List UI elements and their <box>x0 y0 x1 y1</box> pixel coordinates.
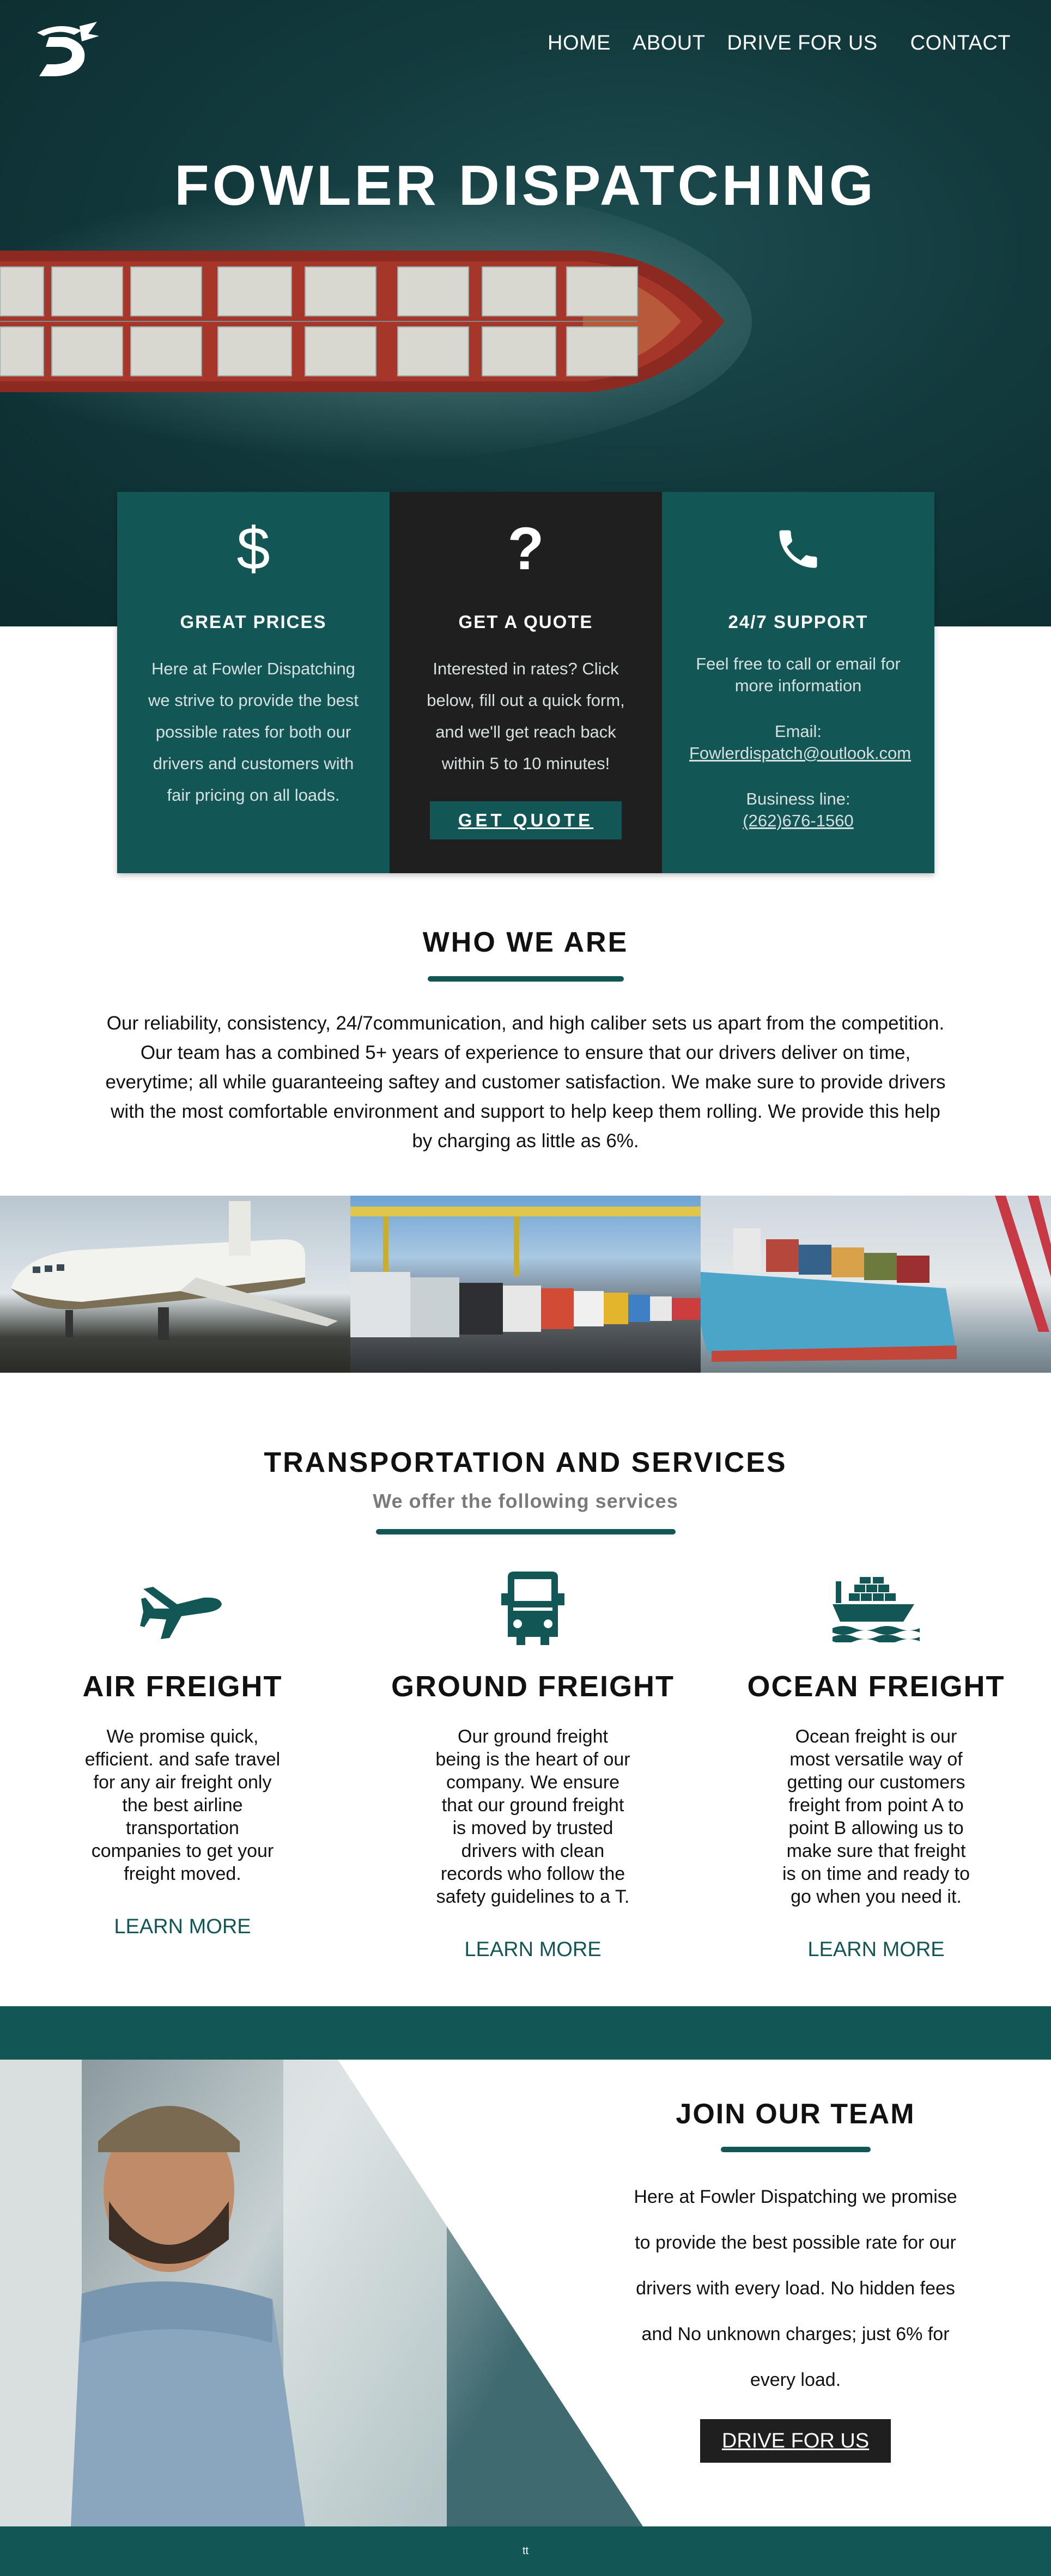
section-title: WHO WE ARE <box>422 927 629 958</box>
feature-title: GREAT PRICES <box>180 612 327 632</box>
email-label: Email: <box>774 722 822 741</box>
airplane-photo <box>0 1196 350 1373</box>
feature-get-a-quote: ? GET A QUOTE Interested in rates? Click… <box>390 492 662 873</box>
feature-support: 24/7 SUPPORT Feel free to call or email … <box>662 492 934 873</box>
service-title: GROUND FREIGHT <box>391 1670 675 1703</box>
section-subtitle: We offer the following services <box>373 1490 678 1512</box>
feature-great-prices: $ GREAT PRICES Here at Fowler Dispatchin… <box>117 492 390 873</box>
nav-about-link[interactable]: ABOUT <box>633 32 705 55</box>
service-text: We promise quick, efficient. and safe tr… <box>84 1726 281 1884</box>
nav-contact-link[interactable]: CONTACT <box>910 32 1011 55</box>
learn-more-link[interactable]: LEARN MORE <box>391 1938 675 1962</box>
service-title: AIR FREIGHT <box>82 1670 283 1703</box>
who-we-are-section: WHO WE ARE Our reliability, consistency,… <box>0 926 1051 1156</box>
truck-icon <box>391 1572 675 1648</box>
feature-cards: $ GREAT PRICES Here at Fowler Dispatchin… <box>117 492 934 873</box>
container-ship-photo <box>701 1196 1051 1373</box>
fowler-d-logo-icon[interactable] <box>27 15 104 81</box>
service-title: OCEAN FREIGHT <box>747 1670 1005 1703</box>
nav-home-link[interactable]: HOME <box>548 32 611 55</box>
who-we-are-text: Our reliability, consistency, 24/7commun… <box>105 1013 946 1152</box>
section-title: JOIN OUR TEAM <box>676 2098 915 2130</box>
join-text-block: JOIN OUR TEAM Here at Fowler Dispatching… <box>632 2060 959 2463</box>
feature-text: Feel free to call or email for more info… <box>696 654 901 695</box>
ship-icon <box>734 1572 1018 1648</box>
learn-more-link[interactable]: LEARN MORE <box>734 1938 1018 1962</box>
feature-title: GET A QUOTE <box>458 612 593 632</box>
footer-text: tt <box>522 2545 529 2557</box>
title-underline <box>720 2147 871 2152</box>
service-ground-freight: GROUND FREIGHT Our ground freight being … <box>391 1572 675 1962</box>
feature-text: Here at Fowler Dispatching we strive to … <box>148 659 359 805</box>
question-icon: ? <box>507 515 544 582</box>
teal-band <box>0 2006 1051 2060</box>
driver-photo <box>0 2060 643 2526</box>
trucks-photo <box>350 1196 701 1373</box>
phone-icon <box>689 519 907 579</box>
feature-text: Interested in rates? Click below, fill o… <box>427 659 625 773</box>
airplane-icon <box>41 1572 324 1648</box>
dollar-icon: $ <box>236 515 270 582</box>
phone-label: Business line: <box>746 789 850 808</box>
hero-title: FOWLER DISPATCHING <box>174 154 877 217</box>
service-text: Our ground freight being is the heart of… <box>435 1726 630 1907</box>
cargo-ship-image <box>0 251 725 392</box>
service-air-freight: AIR FREIGHT We promise quick, efficient.… <box>41 1572 324 1939</box>
footer: tt <box>0 2526 1051 2576</box>
phone-link[interactable]: (262)676-1560 <box>743 811 853 830</box>
join-text: Here at Fowler Dispatching we promise to… <box>634 2187 957 2390</box>
service-text: Ocean freight is our most versatile way … <box>782 1726 970 1907</box>
service-ocean-freight: OCEAN FREIGHT Ocean freight is our most … <box>734 1572 1018 1962</box>
feature-title: 24/7 SUPPORT <box>728 612 868 632</box>
main-nav: HOME ABOUT DRIVE FOR US CONTACT <box>548 32 1011 55</box>
title-underline <box>427 976 624 982</box>
join-our-team-section: JOIN OUR TEAM Here at Fowler Dispatching… <box>0 2060 1051 2526</box>
email-link[interactable]: Fowlerdispatch@outlook.com <box>689 744 911 763</box>
services-section: TRANSPORTATION AND SERVICES We offer the… <box>0 1446 1051 1961</box>
title-underline <box>375 1529 676 1534</box>
nav-drive-for-us-link[interactable]: DRIVE FOR US <box>727 32 877 55</box>
drive-for-us-button[interactable]: DRIVE FOR US <box>700 2419 891 2463</box>
get-quote-button[interactable]: GET QUOTE <box>430 801 622 839</box>
section-title: TRANSPORTATION AND SERVICES <box>264 1447 787 1478</box>
learn-more-link[interactable]: LEARN MORE <box>41 1915 324 1939</box>
photo-strip <box>0 1196 1051 1373</box>
